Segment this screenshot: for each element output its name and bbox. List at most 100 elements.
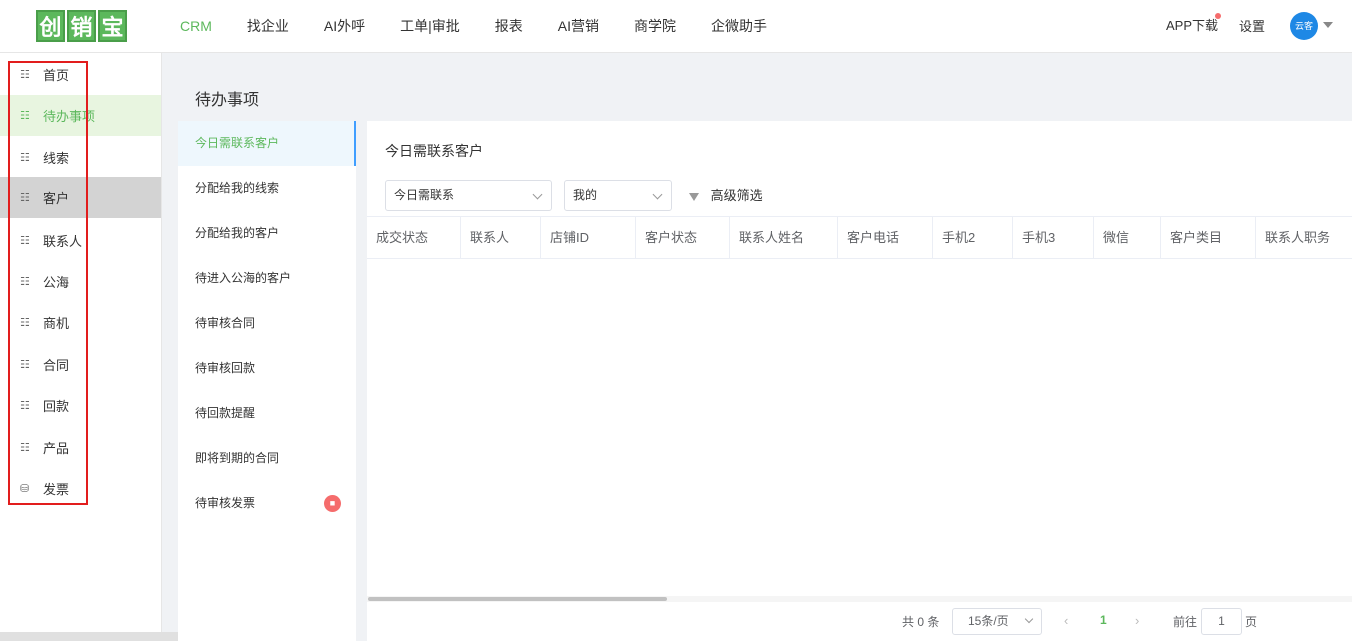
subnav-item-label: 待审核发票 [195, 496, 256, 510]
goto-page-input[interactable]: 1 [1201, 608, 1242, 635]
sidebar-item-label: 待办事项 [43, 109, 96, 124]
sidebar-item-label: 发票 [43, 482, 70, 497]
column-header[interactable]: 联系人职务 [1256, 217, 1352, 259]
sidebar-item-label: 公海 [43, 275, 70, 290]
subnav-item-today-contact[interactable]: 今日需联系客户 [178, 121, 356, 166]
content-panel: 今日需联系客户 今日需联系 我的 高级筛选 成交状态 联系人 店铺ID 客户状态… [367, 121, 1352, 641]
page-unit-label: 页 [1245, 615, 1258, 629]
org-tree-icon: ☷ [20, 151, 30, 164]
sidebar-item-label: 产品 [43, 441, 70, 456]
column-header[interactable]: 成交状态 [367, 217, 461, 259]
filter-scope-select[interactable]: 我的 [564, 180, 672, 211]
nav-item-crm[interactable]: CRM [180, 0, 212, 52]
filter-type-select[interactable]: 今日需联系 [385, 180, 552, 211]
org-tree-icon: ☷ [20, 358, 30, 371]
main-nav: CRM 找企业 AI外呼 工单|审批 报表 AI营销 商学院 企微助手 [180, 0, 802, 52]
subnav-item-expiring-contracts[interactable]: 即将到期的合同 [178, 436, 356, 481]
column-header[interactable]: 客户类目 [1161, 217, 1256, 259]
nav-item-wecom-assistant[interactable]: 企微助手 [711, 0, 767, 52]
org-tree-icon: ☷ [20, 68, 30, 81]
subnav-item-pending-invoices[interactable]: 待审核发票 ■ [178, 481, 356, 526]
page-size-select[interactable]: 15条/页 [952, 608, 1042, 635]
subnav-item-payment-reminders[interactable]: 待回款提醒 [178, 391, 356, 436]
sidebar-item-label: 合同 [43, 358, 70, 373]
logo[interactable]: 创 销 宝 [36, 10, 127, 42]
sidebar-item-contracts[interactable]: ☷ 合同 [0, 344, 161, 385]
subnav-item-pending-contracts[interactable]: 待审核合同 [178, 301, 356, 346]
avatar[interactable]: 云客 [1290, 12, 1318, 40]
org-tree-icon: ☷ [20, 275, 30, 288]
nav-item-ai-call[interactable]: AI外呼 [324, 0, 365, 52]
org-tree-icon: ☷ [20, 441, 30, 454]
table-horizontal-scrollbar[interactable] [367, 596, 1352, 602]
nav-item-ai-marketing[interactable]: AI营销 [558, 0, 599, 52]
org-tree-icon: ☷ [20, 191, 30, 204]
advanced-filter-label: 高级筛选 [710, 188, 763, 203]
database-icon: ⛁ [20, 482, 30, 495]
column-header[interactable]: 微信 [1094, 217, 1161, 259]
sidebar-item-opportunities[interactable]: ☷ 商机 [0, 302, 161, 343]
app-download-link[interactable]: APP下载 [1166, 0, 1222, 52]
sidebar-item-label: 商机 [43, 316, 70, 331]
column-header[interactable]: 客户电话 [838, 217, 933, 259]
nav-item-ticket-approval[interactable]: 工单|审批 [400, 0, 460, 52]
filter-type-value: 今日需联系 [394, 188, 455, 202]
column-header[interactable]: 店铺ID [541, 217, 636, 259]
column-header[interactable]: 手机2 [933, 217, 1013, 259]
top-nav-bar: 创 销 宝 CRM 找企业 AI外呼 工单|审批 报表 AI营销 商学院 企微助… [0, 0, 1352, 53]
column-header[interactable]: 联系人姓名 [730, 217, 838, 259]
panel-title: 今日需联系客户 [385, 143, 483, 159]
scrollbar-thumb[interactable] [368, 597, 667, 601]
app-download-label: APP下载 [1166, 18, 1219, 33]
sidebar-item-label: 线索 [43, 151, 70, 166]
page-title: 待办事项 [195, 92, 260, 109]
table-header: 成交状态 联系人 店铺ID 客户状态 联系人姓名 客户电话 手机2 手机3 微信… [367, 216, 1352, 259]
sidebar-item-contacts[interactable]: ☷ 联系人 [0, 220, 161, 261]
org-tree-icon: ☷ [20, 399, 30, 412]
logo-char: 宝 [98, 10, 127, 42]
sidebar-item-label: 回款 [43, 399, 70, 414]
chevron-down-icon [652, 189, 663, 200]
nav-item-academy[interactable]: 商学院 [634, 0, 676, 52]
subnav-item-pending-pool[interactable]: 待进入公海的客户 [178, 256, 356, 301]
page-number[interactable]: 1 [1100, 613, 1107, 627]
next-page-button[interactable]: › [1135, 613, 1139, 628]
todo-subnav: 今日需联系客户 分配给我的线索 分配给我的客户 待进入公海的客户 待审核合同 待… [178, 121, 356, 641]
total-count: 共 0 条 [902, 615, 940, 629]
sidebar-item-customers[interactable]: ☷ 客户 [0, 177, 161, 218]
chevron-down-icon[interactable] [1323, 22, 1333, 28]
subnav-item-assigned-leads[interactable]: 分配给我的线索 [178, 166, 356, 211]
sidebar-item-home[interactable]: ☷ 首页 [0, 54, 161, 95]
column-header[interactable]: 联系人 [461, 217, 541, 259]
sidebar-item-todo[interactable]: ☷ 待办事项 [0, 95, 161, 136]
pagination: 共 0 条 15条/页 ‹ 1 › 前往 1 页 [367, 605, 1352, 641]
badge-icon: ■ [324, 495, 341, 512]
subnav-item-pending-payments[interactable]: 待审核回款 [178, 346, 356, 391]
sidebar-item-label: 首页 [43, 68, 70, 83]
page-size-value: 15条/页 [968, 614, 1009, 628]
logo-char: 创 [36, 10, 65, 42]
sidebar-item-payments[interactable]: ☷ 回款 [0, 385, 161, 426]
subnav-item-assigned-customers[interactable]: 分配给我的客户 [178, 211, 356, 256]
column-header[interactable]: 手机3 [1013, 217, 1094, 259]
logo-char: 销 [67, 10, 96, 42]
sidebar-item-leads[interactable]: ☷ 线索 [0, 137, 161, 178]
funnel-icon [689, 192, 699, 201]
sidebar-item-label: 联系人 [43, 234, 83, 249]
chevron-down-icon [1024, 614, 1034, 624]
sidebar-item-products[interactable]: ☷ 产品 [0, 427, 161, 468]
sidebar-item-invoices[interactable]: ⛁ 发票 [0, 468, 161, 509]
chevron-down-icon [532, 189, 543, 200]
nav-item-find-company[interactable]: 找企业 [247, 0, 289, 52]
advanced-filter-button[interactable]: 高级筛选 [689, 180, 763, 211]
org-tree-icon: ☷ [20, 109, 30, 122]
goto-label: 前往 [1173, 615, 1198, 629]
filter-scope-value: 我的 [573, 188, 598, 202]
prev-page-button[interactable]: ‹ [1064, 613, 1068, 628]
column-header[interactable]: 客户状态 [636, 217, 730, 259]
sidebar-item-public-pool[interactable]: ☷ 公海 [0, 261, 161, 302]
nav-item-reports[interactable]: 报表 [495, 0, 523, 52]
settings-link[interactable]: 设置 [1239, 0, 1265, 54]
sidebar-item-label: 客户 [43, 191, 70, 206]
org-tree-icon: ☷ [20, 234, 30, 247]
